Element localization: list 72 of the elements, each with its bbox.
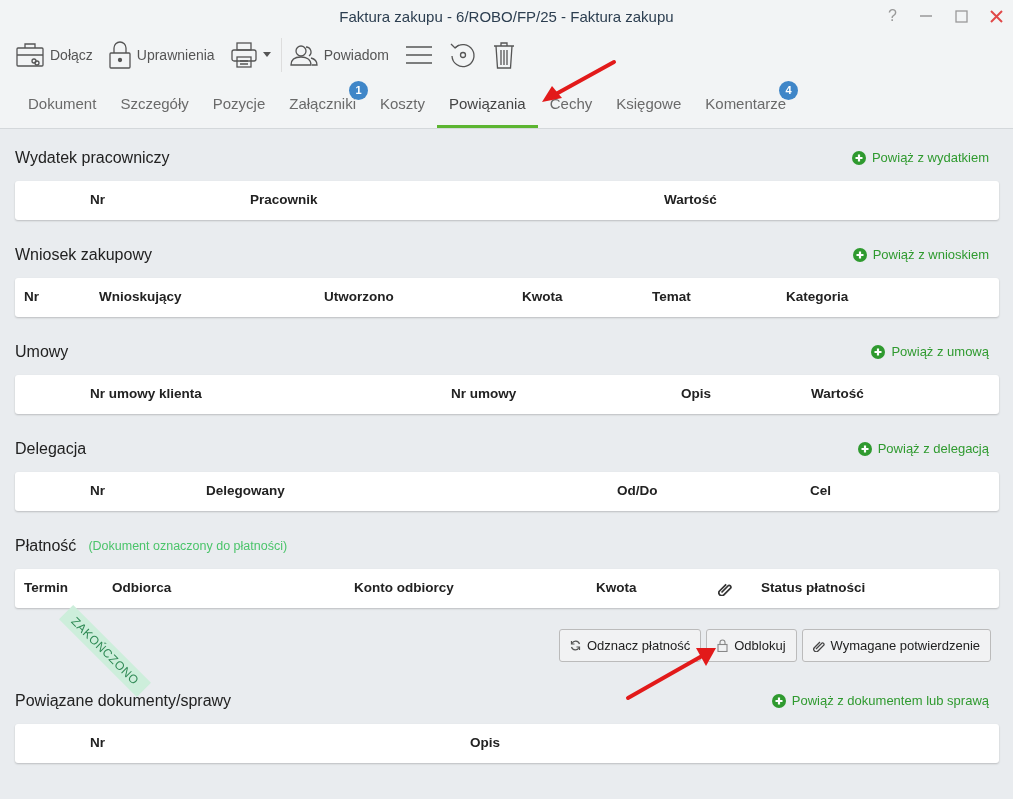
- tab[interactable]: Cechy: [537, 80, 605, 128]
- column-header: Pracownik: [250, 191, 319, 210]
- briefcase-icon: [16, 42, 44, 68]
- column-header: Utworzono: [324, 288, 395, 307]
- column-header: Status płatności: [761, 579, 866, 598]
- lock-icon: [108, 41, 131, 69]
- column-header: Kwota: [522, 288, 564, 307]
- plus-icon: [857, 442, 872, 456]
- column-header: Nr umowy: [451, 385, 518, 404]
- column-header: Delegowany: [206, 482, 286, 501]
- window-title: Faktura zakupu - 6/ROBO/FP/25 - Faktura zakupu: [339, 8, 674, 25]
- action-button[interactable]: Odznacz płatność: [558, 629, 702, 662]
- people-icon: [289, 44, 318, 66]
- link-button[interactable]: Powiąż z delegacją: [857, 439, 999, 459]
- help-button[interactable]: ?: [888, 4, 897, 28]
- tab[interactable]: Dokument: [16, 80, 109, 128]
- status-note: (Dokument oznaczony do płatności): [88, 537, 288, 555]
- rotate-icon[interactable]: [449, 41, 477, 69]
- paperclip-icon: [812, 639, 825, 652]
- column-header: Opis: [681, 385, 712, 404]
- trash-icon[interactable]: [493, 41, 515, 69]
- section-title: Płatność: [15, 536, 77, 556]
- column-header: Nr: [24, 288, 40, 307]
- plus-icon: [771, 694, 786, 708]
- lock-icon: [717, 639, 729, 652]
- column-header: Temat: [652, 288, 692, 307]
- column-header: Opis: [470, 734, 500, 753]
- plus-icon: [852, 248, 867, 262]
- action-button[interactable]: Odblokuj: [706, 629, 797, 662]
- close-icon[interactable]: [990, 9, 1003, 23]
- section-title: Wniosek zakupowy: [15, 245, 152, 265]
- printer-icon[interactable]: [230, 42, 273, 68]
- column-header: Nr umowy klienta: [90, 385, 203, 404]
- count-badge: 4: [779, 80, 799, 100]
- menu-icon[interactable]: [405, 45, 433, 65]
- paperclip-icon: [718, 581, 732, 596]
- tab[interactable]: Komentarze 4: [693, 80, 799, 128]
- section-title: Wydatek pracowniczy: [15, 148, 170, 168]
- link-button[interactable]: Powiąż z wnioskiem: [852, 245, 999, 265]
- column-header: Termin: [24, 579, 69, 598]
- plus-icon: [871, 345, 886, 359]
- column-header: Nr: [90, 482, 106, 501]
- column-header: Wnioskujący: [99, 288, 183, 307]
- people-button[interactable]: Powiadom: [281, 35, 397, 75]
- column-header: Cel: [810, 482, 831, 501]
- link-button[interactable]: Powiąż z wydatkiem: [851, 148, 999, 168]
- column-header: Kategoria: [786, 288, 849, 307]
- action-button[interactable]: Wymagane potwierdzenie: [801, 629, 991, 662]
- tab[interactable]: Powiązania: [437, 80, 538, 128]
- count-badge: 1: [348, 80, 368, 100]
- column-header: Nr: [90, 191, 106, 210]
- tab[interactable]: Księgowe: [604, 80, 694, 128]
- column-header: Odbiorca: [112, 579, 173, 598]
- link-button[interactable]: Powiąż z dokumentem lub sprawą: [771, 691, 999, 711]
- refresh-icon: [569, 640, 581, 651]
- column-header: Konto odbiorcy: [354, 579, 455, 598]
- tab[interactable]: Szczegóły: [108, 80, 201, 128]
- column-header: Nr: [90, 734, 106, 753]
- column-header: Kwota: [596, 579, 638, 598]
- tab[interactable]: Koszty: [367, 80, 437, 128]
- tab[interactable]: Pozycje: [200, 80, 278, 128]
- maximize-icon[interactable]: [955, 9, 968, 23]
- section-title: Delegacja: [15, 439, 87, 459]
- link-button[interactable]: Powiąż z umową: [871, 342, 999, 362]
- section-title: Umowy: [15, 342, 69, 362]
- briefcase-button[interactable]: Dołącz: [8, 35, 101, 75]
- column-header: Wartość: [664, 191, 717, 210]
- tab[interactable]: Załączniki 1: [277, 80, 368, 128]
- plus-icon: [851, 151, 866, 165]
- lock-button[interactable]: Uprawnienia: [100, 35, 223, 75]
- column-header: Wartość: [811, 385, 864, 404]
- column-header: Od/Do: [617, 482, 659, 501]
